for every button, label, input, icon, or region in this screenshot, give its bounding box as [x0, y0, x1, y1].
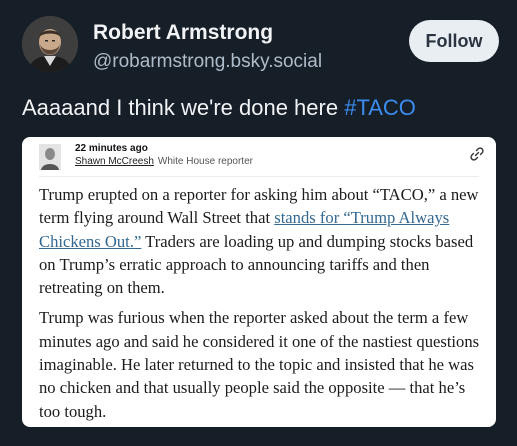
- embedded-article-image[interactable]: 22 minutes ago Shawn McCreesh White House…: [22, 137, 496, 427]
- portrait-icon: [22, 16, 78, 72]
- author-handle[interactable]: @robarmstrong.bsky.social: [93, 51, 322, 73]
- paragraph-2: Trump was furious when the reporter aske…: [39, 308, 480, 421]
- author-avatar[interactable]: [22, 16, 78, 72]
- timestamp: 22 minutes ago: [75, 143, 148, 154]
- hashtag-link[interactable]: #TACO: [344, 95, 416, 120]
- byline-name[interactable]: Shawn McCreesh: [75, 156, 154, 167]
- follow-button[interactable]: Follow: [409, 20, 499, 62]
- paragraph-1: Trump erupted on a reporter for asking h…: [39, 183, 485, 299]
- post-body-text: Aaaaand I think we're done here: [22, 95, 345, 120]
- reporter-portrait-icon: [39, 144, 61, 170]
- byline-role: White House reporter: [157, 156, 253, 167]
- divider: [39, 176, 479, 177]
- article-body: Trump erupted on a reporter for asking h…: [39, 183, 485, 427]
- post-text: Aaaaand I think we're done here #TACO: [22, 95, 416, 121]
- reporter-avatar: [39, 144, 61, 170]
- author-name[interactable]: Robert Armstrong: [93, 21, 273, 45]
- post: Robert Armstrong @robarmstrong.bsky.soci…: [0, 0, 517, 446]
- byline: Shawn McCreesh White House reporter: [75, 156, 253, 167]
- link-icon[interactable]: [469, 146, 485, 162]
